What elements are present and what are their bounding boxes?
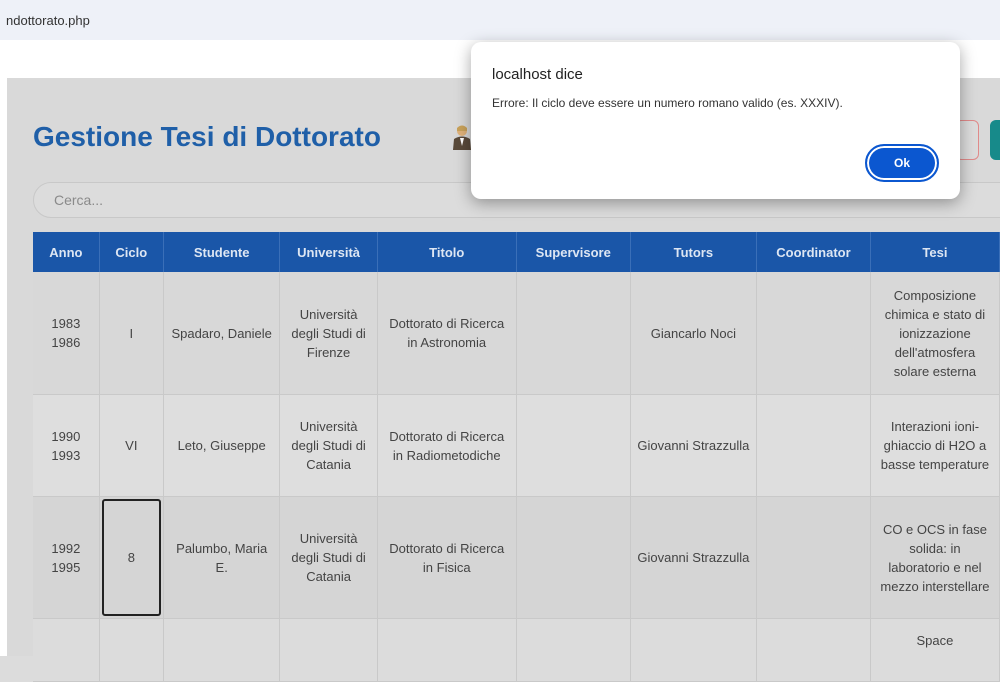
column-header[interactable]: Tesi xyxy=(870,232,1000,272)
column-header[interactable]: Coordinator xyxy=(756,232,871,272)
coordinator-cell xyxy=(756,496,871,619)
studente-cell: Palumbo, Maria E. xyxy=(163,496,281,619)
table-row[interactable]: 1983 1986 I Spadaro, Daniele Università d… xyxy=(33,272,1000,395)
tutors-cell: Giovanni Strazzulla xyxy=(630,496,758,619)
tesi-cell: Space xyxy=(870,618,1000,682)
thesis-table: Anno Ciclo Studente Università Titolo Su… xyxy=(33,232,1000,682)
edit-frame xyxy=(101,499,161,616)
coordinator-cell xyxy=(756,618,871,682)
supervisore-cell xyxy=(516,272,631,395)
anno-cell: 1983 1986 xyxy=(33,272,100,395)
column-header[interactable]: Tutors xyxy=(630,232,758,272)
titolo-cell: Dottorato di Ricerca in Fisica xyxy=(377,496,517,619)
supervisore-cell xyxy=(516,618,631,682)
table-row[interactable]: Space xyxy=(33,618,1000,682)
table-row[interactable]: 1992 1995 8 Palumbo, Maria E. Università … xyxy=(33,496,1000,619)
supervisore-cell xyxy=(516,394,631,497)
column-header[interactable]: Titolo xyxy=(377,232,517,272)
dialog-title: localhost dice xyxy=(492,66,583,83)
universita-cell: Università degli Studi di Firenze xyxy=(279,272,378,395)
column-header[interactable]: Supervisore xyxy=(516,232,631,272)
alert-dialog: localhost dice Errore: Il ciclo deve ess… xyxy=(471,42,960,199)
ciclo-cell[interactable]: VI xyxy=(99,394,164,497)
ok-button[interactable]: Ok xyxy=(865,144,939,182)
table-header: Anno Ciclo Studente Università Titolo Su… xyxy=(33,232,1000,272)
page-title: Gestione Tesi di Dottorato xyxy=(33,121,381,152)
studente-cell: Spadaro, Daniele xyxy=(163,272,281,395)
universita-cell: Università degli Studi di Catania xyxy=(279,394,378,497)
coordinator-cell xyxy=(756,272,871,395)
tesi-cell: Composizione chimica e stato di ionizzaz… xyxy=(870,272,1000,395)
table-row[interactable]: 1990 1993 VI Leto, Giuseppe Università de… xyxy=(33,394,1000,497)
ciclo-cell[interactable]: I xyxy=(99,272,164,395)
titolo-cell: Dottorato di Ricerca in Radiometodiche xyxy=(377,394,517,497)
tesi-cell: Interazioni ioni-ghiaccio di H2O a basse… xyxy=(870,394,1000,497)
titolo-cell: Dottorato di Ricerca in Astronomia xyxy=(377,272,517,395)
column-header[interactable]: Anno xyxy=(33,232,100,272)
anno-cell: 1992 1995 xyxy=(33,496,100,619)
universita-cell xyxy=(279,618,378,682)
anno-cell: 1990 1993 xyxy=(33,394,100,497)
action-button[interactable] xyxy=(990,120,1000,160)
dialog-message: Errore: Il ciclo deve essere un numero r… xyxy=(492,96,843,110)
column-header[interactable]: Studente xyxy=(163,232,281,272)
titolo-cell xyxy=(377,618,517,682)
address-bar[interactable]: ndottorato.php xyxy=(0,0,1000,40)
studente-cell: Leto, Giuseppe xyxy=(163,394,281,497)
column-header[interactable]: Ciclo xyxy=(99,232,164,272)
tutors-cell xyxy=(630,618,758,682)
universita-cell: Università degli Studi di Catania xyxy=(279,496,378,619)
coordinator-cell xyxy=(756,394,871,497)
anno-cell xyxy=(33,618,100,682)
left-edge xyxy=(0,78,7,656)
column-header[interactable]: Università xyxy=(279,232,378,272)
ciclo-cell[interactable] xyxy=(99,618,164,682)
studente-cell xyxy=(163,618,281,682)
tutors-cell: Giovanni Strazzulla xyxy=(630,394,758,497)
url-text: ndottorato.php xyxy=(6,13,90,28)
person-icon xyxy=(453,125,471,150)
ciclo-cell-editing[interactable]: 8 xyxy=(99,496,164,619)
supervisore-cell xyxy=(516,496,631,619)
tutors-cell: Giancarlo Noci xyxy=(630,272,758,395)
tesi-cell: CO e OCS in fase solida: in laboratorio … xyxy=(870,496,1000,619)
search-input[interactable] xyxy=(54,192,354,208)
